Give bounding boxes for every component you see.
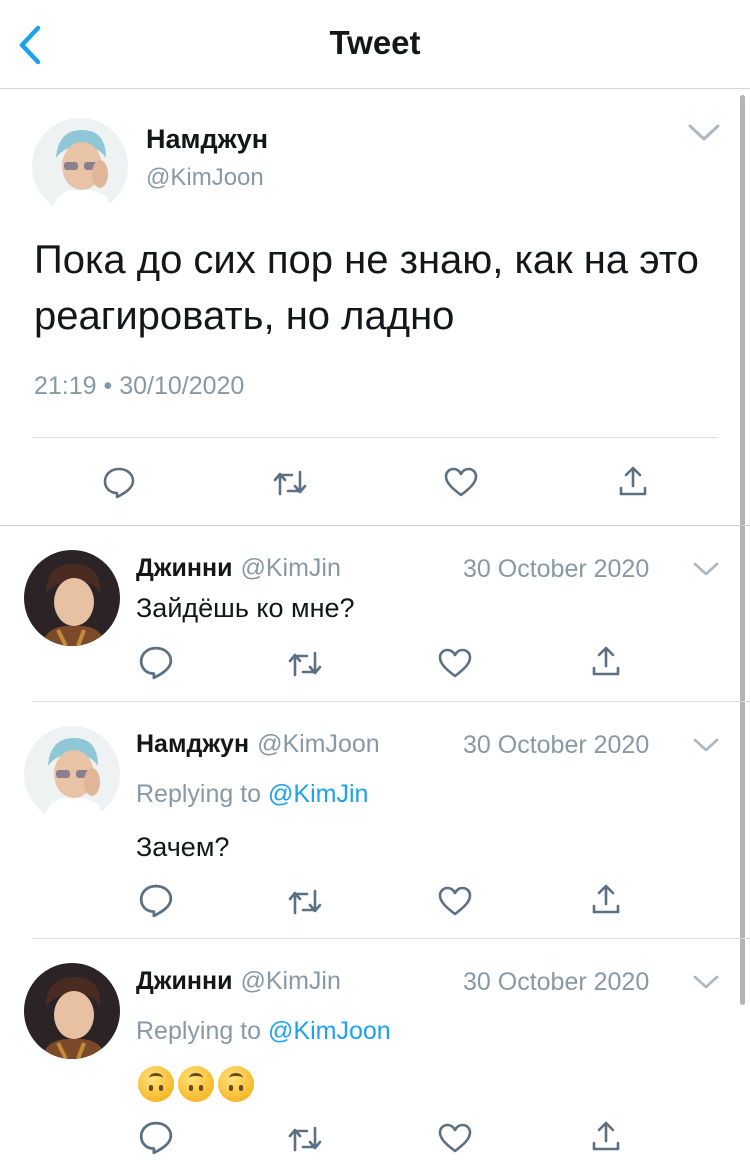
scrollbar[interactable] (740, 95, 745, 1005)
author-name[interactable]: Намджун (136, 730, 249, 758)
share-button[interactable] (591, 1119, 621, 1153)
retweet-button[interactable] (287, 1124, 323, 1154)
retweet-icon (288, 889, 322, 915)
replying-to-label: Replying to (136, 780, 262, 808)
author-handle[interactable]: @KimJoon (146, 164, 264, 192)
like-icon (438, 1123, 472, 1153)
like-icon (438, 648, 472, 678)
retweet-icon (273, 470, 307, 496)
page-title: Tweet (329, 24, 421, 61)
reply-icon (103, 467, 135, 499)
chevron-down-icon (693, 562, 719, 576)
chevron-down-icon (693, 738, 719, 752)
like-icon (438, 886, 472, 916)
retweet-button[interactable] (272, 468, 308, 498)
share-button[interactable] (591, 644, 621, 678)
retweet-button[interactable] (287, 887, 323, 917)
divider (32, 437, 718, 438)
share-icon (592, 646, 620, 676)
author-name[interactable]: Намджун (146, 124, 268, 155)
divider (32, 701, 750, 702)
avatar-photo-kimjoon (32, 118, 128, 214)
reply-emoji-text (138, 1066, 258, 1102)
mention-link[interactable]: @KimJoon (268, 1017, 391, 1045)
reply-button[interactable] (138, 883, 174, 919)
upside-down-face-emoji (218, 1066, 254, 1102)
share-button[interactable] (591, 882, 621, 916)
reply-icon (139, 646, 173, 680)
avatar[interactable] (24, 963, 120, 1059)
reply-button[interactable] (102, 466, 136, 500)
retweet-icon (288, 651, 322, 677)
upside-down-face-emoji (138, 1066, 174, 1102)
replying-to-label: Replying to (136, 1017, 262, 1045)
like-icon (444, 467, 478, 497)
author-name[interactable]: Джинни (136, 967, 232, 995)
chevron-down-icon (688, 124, 720, 141)
author-handle[interactable]: @KimJoon (257, 730, 380, 758)
chevron-down-icon (693, 975, 719, 989)
tweet-text: Пока до сих пор не знаю, как на это реаг… (34, 238, 699, 338)
reply-author[interactable]: Джинни @KimJin (136, 554, 341, 583)
tweet-timestamp: 21:19 • 30/10/2020 (34, 372, 245, 400)
share-icon (592, 884, 620, 914)
share-button[interactable] (618, 464, 648, 498)
reply-author[interactable]: Намджун @KimJoon (136, 730, 380, 759)
author-name[interactable]: Джинни (136, 554, 232, 582)
tweet-options-button[interactable] (686, 120, 722, 146)
replying-to: Replying to @KimJoon (136, 1017, 391, 1046)
reply-text: Зачем? (136, 832, 230, 862)
tweet-options-button[interactable] (692, 973, 720, 993)
divider (32, 938, 750, 939)
reply-icon (139, 1121, 173, 1155)
divider (0, 525, 750, 526)
divider (0, 88, 750, 89)
author-handle[interactable]: @KimJin (240, 967, 340, 995)
reply-icon (139, 884, 173, 918)
reply-button[interactable] (138, 645, 174, 681)
like-button[interactable] (437, 885, 473, 917)
replying-to: Replying to @KimJin (136, 780, 368, 809)
tweet-options-button[interactable] (692, 736, 720, 756)
avatar[interactable] (24, 726, 120, 822)
reply-date: 30 October 2020 (463, 555, 650, 583)
like-button[interactable] (437, 1122, 473, 1154)
reply-button[interactable] (138, 1120, 174, 1156)
avatar-photo-kimjin (24, 963, 120, 1059)
reply-date: 30 October 2020 (463, 731, 650, 759)
share-icon (619, 466, 647, 496)
author-handle[interactable]: @KimJin (240, 554, 340, 582)
avatar[interactable] (32, 118, 128, 214)
mention-link[interactable]: @KimJin (268, 780, 368, 808)
share-icon (592, 1121, 620, 1151)
avatar-photo-kimjin (24, 550, 120, 646)
retweet-button[interactable] (287, 649, 323, 679)
like-button[interactable] (437, 647, 473, 679)
avatar-photo-kimjoon (24, 726, 120, 822)
reply-text: Зайдёшь ко мне? (136, 593, 355, 623)
upside-down-face-emoji (178, 1066, 214, 1102)
reply-author[interactable]: Джинни @KimJin (136, 967, 341, 996)
avatar[interactable] (24, 550, 120, 646)
retweet-icon (288, 1126, 322, 1152)
like-button[interactable] (443, 466, 479, 498)
tweet-options-button[interactable] (692, 560, 720, 580)
reply-date: 30 October 2020 (463, 968, 650, 996)
